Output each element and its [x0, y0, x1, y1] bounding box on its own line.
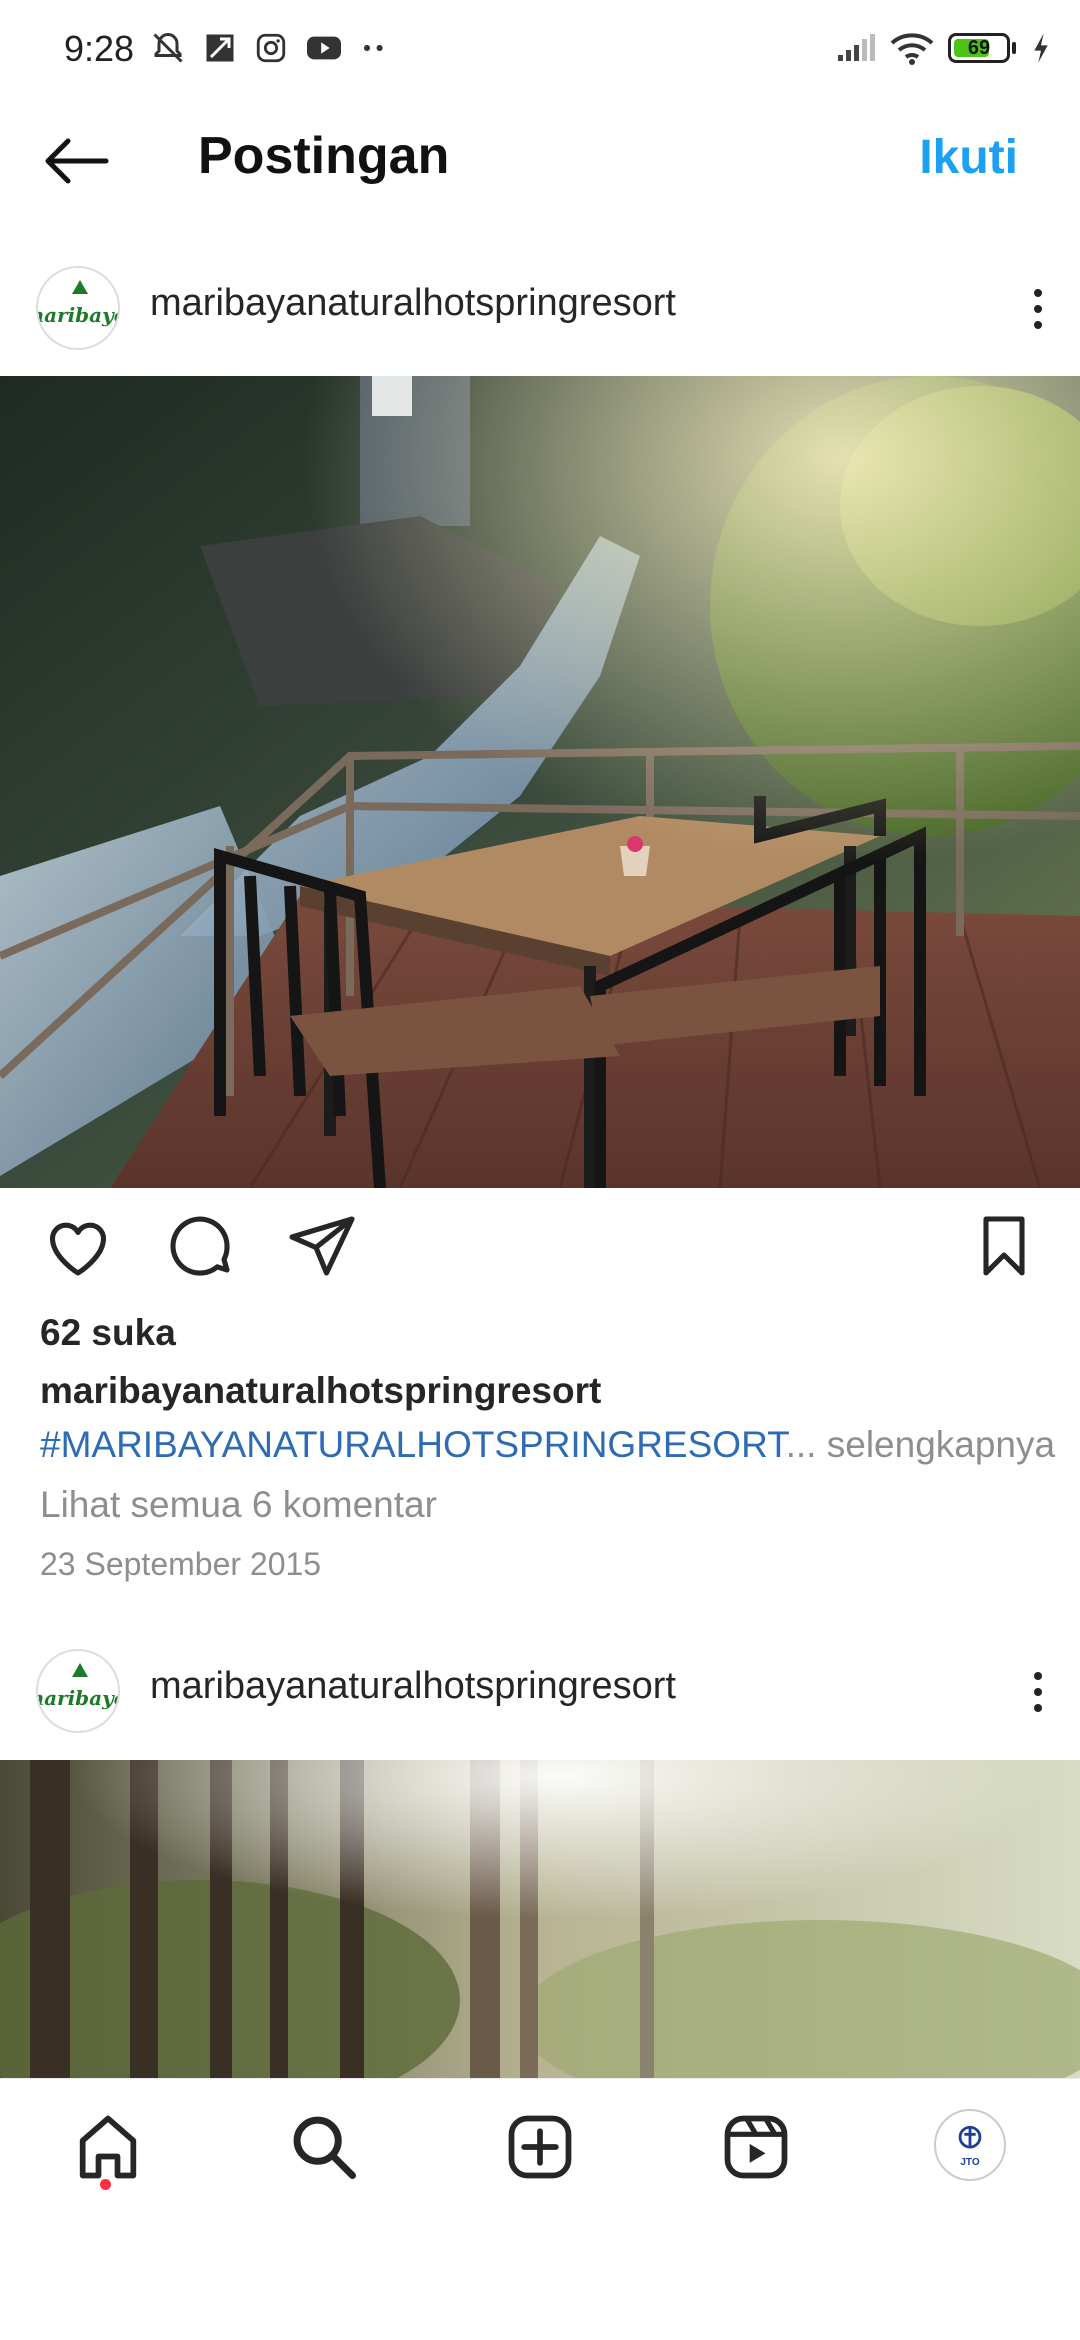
home-icon — [79, 2115, 137, 2179]
post-username[interactable]: maribayanaturalhotspringresort — [150, 1665, 676, 1708]
post-photo-forest — [0, 1760, 1080, 2078]
logo-tree-icon — [72, 1663, 88, 1677]
post-photo-terrace — [0, 376, 1080, 1188]
more-dots-icon — [363, 44, 383, 52]
nav-home[interactable] — [70, 2109, 146, 2185]
post-image[interactable] — [0, 376, 1080, 1188]
battery-level: 69 — [967, 37, 991, 59]
like-button[interactable] — [42, 1210, 114, 1282]
nav-create[interactable] — [502, 2109, 578, 2185]
caption-hashtag[interactable]: #MARIBAYANATURALHOTSPRINGRESORT — [40, 1424, 786, 1465]
maps-icon — [206, 34, 234, 62]
likes-count[interactable]: 62 suka — [40, 1312, 176, 1354]
instagram-icon — [256, 33, 286, 63]
search-icon — [293, 2116, 356, 2179]
avatar-logo-text: naribaye — [38, 303, 118, 327]
caption-text: #MARIBAYANATURALHOTSPRINGRESORT... selen… — [40, 1424, 1055, 1466]
more-options-button[interactable] — [1020, 274, 1056, 344]
notifications-muted-icon — [153, 32, 183, 63]
top-header: Postingan Ikuti — [0, 110, 1080, 210]
post-action-bar — [0, 1210, 1080, 1290]
back-button[interactable] — [40, 136, 110, 186]
reels-icon — [724, 2115, 788, 2179]
comment-icon — [170, 1216, 230, 1276]
wifi-icon — [890, 33, 934, 65]
more-options-button[interactable] — [1020, 1657, 1056, 1727]
share-button[interactable] — [286, 1210, 358, 1282]
caption-username[interactable]: maribayanaturalhotspringresort — [40, 1370, 601, 1412]
caption-ellipsis: ... — [785, 1424, 817, 1465]
profile-avatar-text: JTO — [960, 2156, 980, 2168]
view-comments-link[interactable]: Lihat semua 6 komentar — [40, 1484, 437, 1526]
post-header: naribaye maribayanaturalhotspringresort — [0, 1635, 1080, 1745]
more-dot — [1034, 321, 1042, 329]
send-icon — [289, 1216, 355, 1276]
charging-icon — [1034, 33, 1048, 63]
post-image[interactable] — [0, 1760, 1080, 2078]
save-button[interactable] — [968, 1210, 1040, 1282]
more-dot — [1034, 305, 1042, 313]
notification-dot — [100, 2179, 111, 2190]
more-dot — [1034, 289, 1042, 297]
post-date: 23 September 2015 — [40, 1546, 322, 1582]
more-dot — [1034, 1688, 1042, 1696]
nav-reels[interactable] — [718, 2109, 794, 2185]
status-icons-left — [150, 26, 388, 70]
signal-icon — [838, 34, 875, 61]
nav-profile-avatar[interactable]: JTO — [934, 2109, 1006, 2181]
more-dot — [1034, 1672, 1042, 1680]
follow-button[interactable]: Ikuti — [919, 130, 1018, 185]
heart-icon — [49, 1222, 107, 1276]
nav-search[interactable] — [286, 2109, 362, 2185]
avatar[interactable]: naribaye — [36, 266, 120, 350]
comment-button[interactable] — [164, 1210, 236, 1282]
post-username[interactable]: maribayanaturalhotspringresort — [150, 282, 676, 325]
bottom-navigation: JTO — [0, 2078, 1080, 2213]
create-icon — [508, 2115, 572, 2179]
post-header: naribaye maribayanaturalhotspringresort — [0, 252, 1080, 362]
youtube-icon — [307, 36, 341, 60]
bookmark-icon — [983, 1216, 1025, 1276]
battery-tip — [1012, 42, 1016, 54]
status-time: 9:28 — [64, 28, 135, 69]
page-title: Postingan — [198, 127, 450, 185]
logo-tree-icon — [72, 280, 88, 294]
battery-icon: 69 — [948, 33, 1010, 63]
status-icons-right: 69 — [836, 26, 1052, 70]
arrow-left-icon — [45, 138, 109, 184]
avatar[interactable]: naribaye — [36, 1649, 120, 1733]
more-dot — [1034, 1704, 1042, 1712]
profile-logo-icon — [958, 2125, 982, 2148]
status-bar: 9:28 69 — [0, 0, 1080, 100]
avatar-logo-text: naribaye — [38, 1686, 118, 1710]
more-link[interactable]: selengkapnya — [827, 1424, 1055, 1465]
